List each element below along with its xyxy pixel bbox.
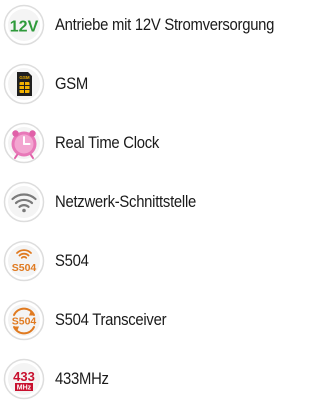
feature-label: Real Time Clock [55, 133, 160, 152]
feature-label: S504 Transceiver [55, 310, 167, 329]
svg-text:S504: S504 [12, 262, 37, 274]
feature-label: GSM [55, 74, 89, 93]
12v-power-icon: 12V [3, 4, 45, 46]
svg-text:12V: 12V [10, 19, 39, 36]
433mhz-icon: 433 MHz [3, 358, 45, 400]
svg-text:433: 433 [13, 369, 35, 384]
wifi-icon [3, 181, 45, 223]
feature-label: 433MHz [55, 369, 109, 388]
feature-list: 12V Antriebe mit 12V Stromversorgung GSM… [0, 0, 335, 403]
feature-item-gsm: GSM GSM [3, 63, 333, 105]
clock-icon [3, 122, 45, 164]
feature-item-real-time-clock: Real Time Clock [3, 122, 333, 164]
feature-label: Netzwerk-Schnittstelle [55, 192, 196, 211]
svg-text:S504: S504 [12, 316, 37, 328]
feature-label: S504 [55, 251, 89, 270]
feature-item-s504: S504 S504 [3, 240, 333, 282]
svg-text:GSM: GSM [19, 75, 30, 80]
feature-item-network: Netzwerk-Schnittstelle [3, 181, 333, 223]
svg-text:MHz: MHz [17, 385, 32, 392]
s504-transceiver-icon: S504 [3, 299, 45, 341]
gsm-sim-icon: GSM [3, 63, 45, 105]
feature-label: Antriebe mit 12V Stromversorgung [55, 15, 275, 34]
feature-item-433mhz: 433 MHz 433MHz [3, 358, 333, 400]
s504-radio-icon: S504 [3, 240, 45, 282]
feature-item-s504-transceiver: S504 S504 Transceiver [3, 299, 333, 341]
feature-item-12v: 12V Antriebe mit 12V Stromversorgung [3, 4, 333, 46]
